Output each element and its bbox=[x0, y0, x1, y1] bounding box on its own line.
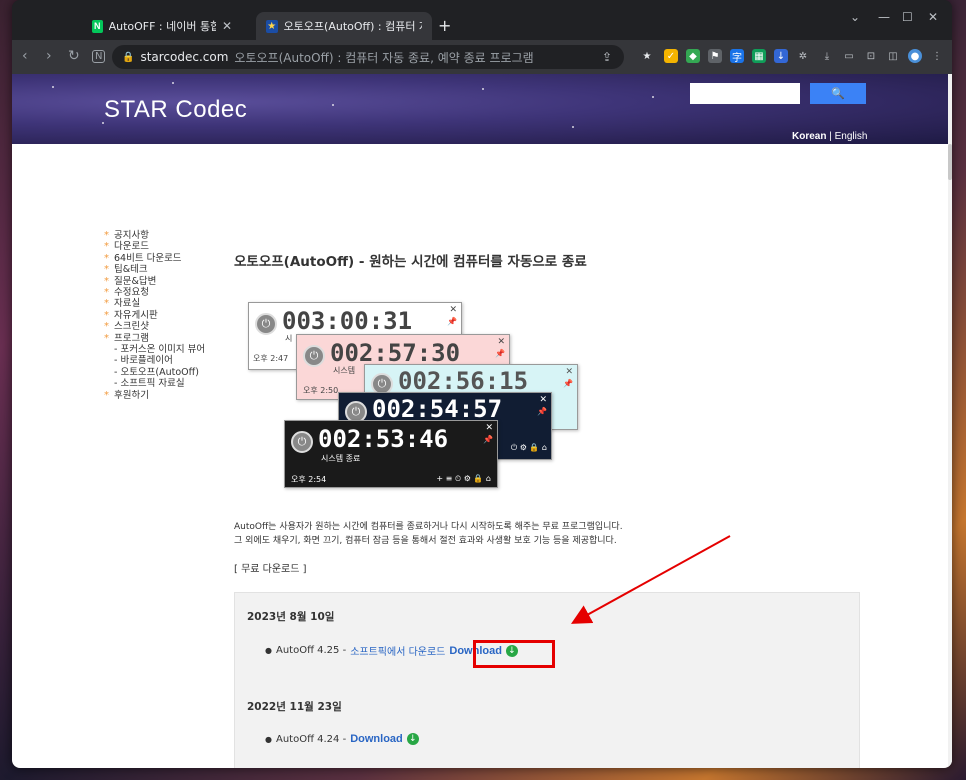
tab-strip: N AutoOFF : 네이버 통합검색 ✕ ★ 오토오프(AutoOff) :… bbox=[12, 0, 952, 40]
star-codec-icon: ★ bbox=[266, 19, 278, 33]
share-icon[interactable]: ⇪ bbox=[602, 50, 612, 64]
reload-icon[interactable]: ↻ bbox=[68, 48, 80, 64]
close-icon[interactable]: ✕ bbox=[222, 19, 232, 33]
naver-n-icon: N bbox=[92, 19, 103, 33]
screenshot-icon[interactable]: ⊡ bbox=[864, 49, 878, 63]
profile-avatar[interactable]: ● bbox=[908, 49, 922, 63]
downloads-icon[interactable]: ⤓ bbox=[820, 49, 834, 63]
tab-starcodec[interactable]: ★ 오토오프(AutoOff) : 컴퓨터 자동 bbox=[256, 12, 432, 40]
extensions-puzzle-icon[interactable]: ✲ bbox=[796, 49, 810, 63]
address-bar[interactable]: 🔒 starcodec.com 오토오프(AutoOff) : 컴퓨터 자동 종… bbox=[112, 45, 624, 69]
extension-flag-icon[interactable]: ⚑ bbox=[708, 49, 722, 63]
minimize-icon[interactable]: — bbox=[878, 10, 890, 24]
tab-title: AutoOFF : 네이버 통합검색 bbox=[108, 20, 216, 33]
side-panel-icon[interactable]: ◫ bbox=[886, 49, 900, 63]
extension-sheet-icon[interactable]: ▦ bbox=[752, 49, 766, 63]
browser-toolbar: ‹ › ↻ N 🔒 starcodec.com 오토오프(AutoOff) : … bbox=[12, 40, 952, 74]
tab-search-icon[interactable]: ⌄ bbox=[850, 10, 860, 24]
extension-check-icon[interactable]: ✓ bbox=[664, 49, 678, 63]
extension-translate-icon[interactable]: 字 bbox=[730, 49, 744, 64]
extension-shield-icon[interactable]: ◆ bbox=[686, 49, 700, 63]
new-tab-button[interactable]: + bbox=[438, 16, 451, 35]
forward-icon[interactable]: › bbox=[46, 48, 52, 64]
menu-kebab-icon[interactable]: ⋮ bbox=[930, 49, 944, 63]
browser-window: N AutoOFF : 네이버 통합검색 ✕ ★ 오토오프(AutoOff) :… bbox=[12, 0, 952, 768]
maximize-icon[interactable]: ☐ bbox=[902, 10, 913, 24]
bookmark-star-icon[interactable]: ★ bbox=[640, 49, 654, 63]
extension-download-icon[interactable]: ↓ bbox=[774, 49, 788, 63]
address-page-title: 오토오프(AutoOff) : 컴퓨터 자동 종료, 예약 종료 프로그램 bbox=[234, 50, 534, 65]
naver-whale-icon[interactable]: N bbox=[92, 50, 106, 63]
cast-icon[interactable]: ▭ bbox=[842, 49, 856, 63]
annotation-arrow bbox=[570, 535, 731, 624]
web-page: STAR Codec 🔍 Korean | English * 공지사항 * 다운로드… bbox=[12, 74, 952, 768]
lock-icon: 🔒 bbox=[122, 51, 135, 63]
window-close-icon[interactable]: ✕ bbox=[928, 10, 938, 24]
tab-title: 오토오프(AutoOff) : 컴퓨터 자동 bbox=[283, 20, 422, 33]
back-icon[interactable]: ‹ bbox=[22, 48, 28, 64]
tab-naver[interactable]: N AutoOFF : 네이버 통합검색 ✕ bbox=[82, 12, 242, 40]
address-domain: starcodec.com bbox=[140, 50, 229, 64]
